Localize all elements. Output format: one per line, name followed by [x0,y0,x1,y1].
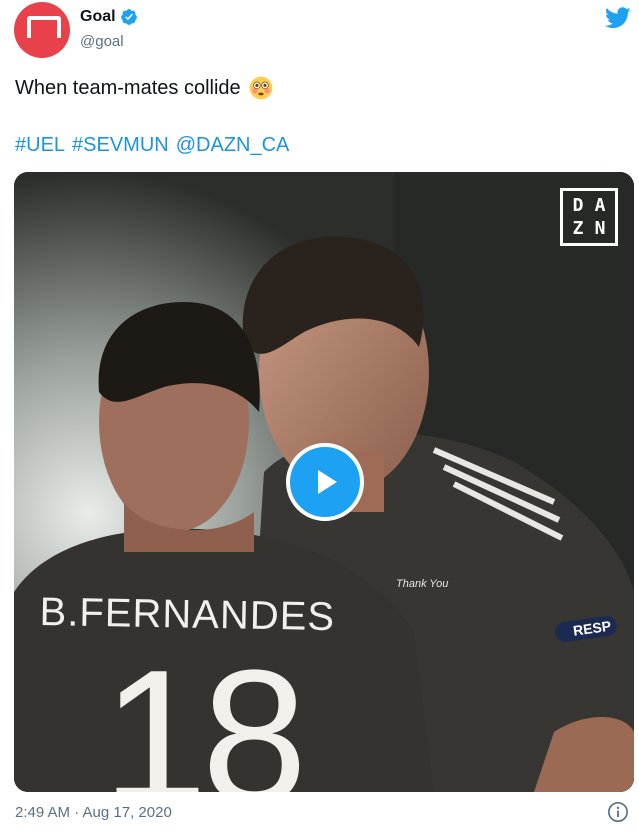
verified-badge-icon [120,9,137,25]
watermark-letter: A [594,195,606,216]
tweet-tags: #UEL #SEVMUN @DAZN_CA [15,134,296,157]
play-icon [318,470,337,494]
dazn-watermark: D A Z N [560,188,618,246]
tweet-body: When team-mates collide [15,76,241,99]
jersey-number: 18 [102,631,307,792]
video-player[interactable]: D A Z N Thank You RESP B.FERNANDES 18 [14,172,634,792]
avatar[interactable] [14,2,70,58]
hashtag-link[interactable]: #UEL [15,134,65,156]
watermark-letter: D [572,195,584,216]
hashtag-link[interactable]: #SEVMUN [72,134,169,156]
shirt-sponsor: Thank You [396,578,449,590]
author-name-row: Goal [80,8,138,26]
flushed-face-icon [249,76,272,100]
twitter-logo-icon[interactable] [605,7,631,29]
author-handle[interactable]: @goal [80,33,124,50]
tweet-timestamp[interactable]: 2:49 AM · Aug 17, 2020 [15,804,172,821]
display-name[interactable]: Goal [80,8,116,26]
info-icon[interactable] [607,801,629,823]
watermark-letter: N [594,218,606,239]
mention-link[interactable]: @DAZN_CA [176,134,290,156]
tweet-text: When team-mates collide [15,76,273,100]
watermark-letter: Z [572,218,584,239]
goal-logo-icon [27,16,61,38]
play-button[interactable] [286,443,364,521]
